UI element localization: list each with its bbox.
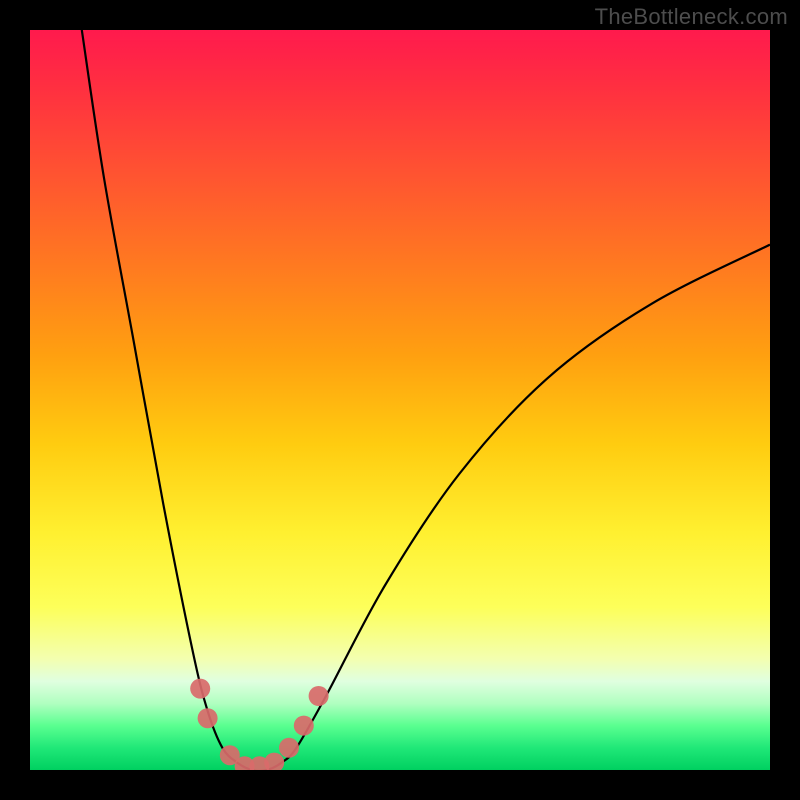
curve-marker (190, 679, 210, 699)
curve-marker (294, 716, 314, 736)
attribution-text: TheBottleneck.com (595, 4, 788, 30)
curve-markers (190, 679, 328, 770)
curve-marker (309, 686, 329, 706)
plot-area (30, 30, 770, 770)
curve-marker (264, 753, 284, 770)
bottleneck-curve-line (82, 30, 770, 770)
chart-svg (30, 30, 770, 770)
curve-marker (279, 738, 299, 758)
chart-frame: TheBottleneck.com (0, 0, 800, 800)
curve-marker (198, 708, 218, 728)
